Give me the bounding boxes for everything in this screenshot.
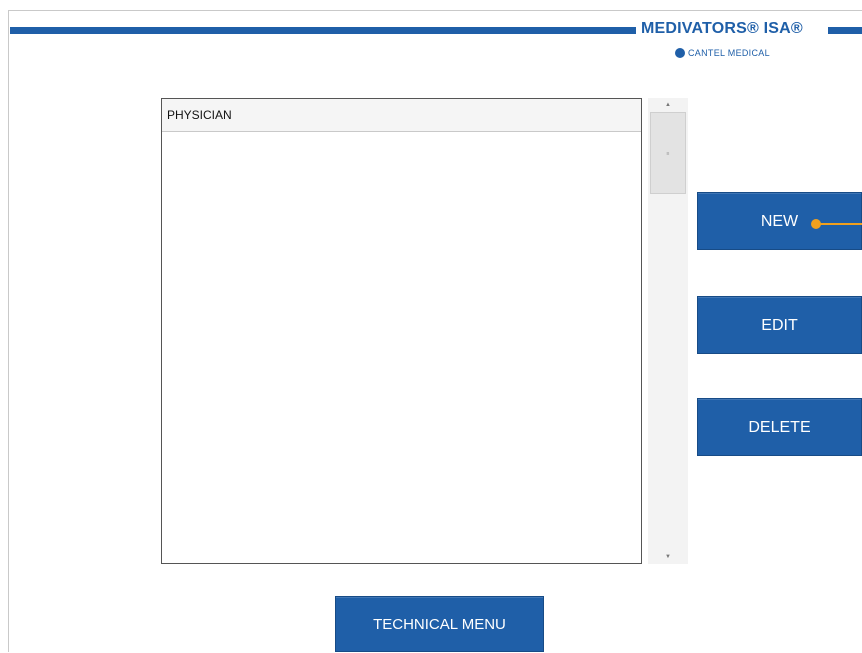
technical-menu-button[interactable]: TECHNICAL MENU [335, 596, 544, 652]
down-arrow-icon[interactable]: ▼ [648, 550, 688, 564]
up-arrow-icon[interactable]: ▲ [648, 98, 688, 112]
edit-button[interactable]: EDIT [697, 296, 862, 354]
brand-bar-right [828, 27, 862, 34]
list-column-header: PHYSICIAN [162, 99, 641, 132]
scroll-thumb[interactable]: ≡ [650, 112, 686, 194]
list-scrollbar[interactable]: ▲ ≡ ▼ [648, 98, 688, 564]
callout-dot [811, 219, 821, 229]
globe-icon [675, 48, 685, 58]
new-button[interactable]: NEW [697, 192, 862, 250]
delete-button[interactable]: DELETE [697, 398, 862, 456]
brand-subtitle-text: CANTEL MEDICAL [688, 48, 770, 58]
brand-subtitle: CANTEL MEDICAL [675, 48, 825, 58]
callout-line [816, 223, 862, 225]
brand-bar-left [10, 27, 636, 34]
physician-list[interactable]: PHYSICIAN [161, 98, 642, 564]
brand-logo-text: MEDIVATORS® ISA® [641, 20, 803, 37]
